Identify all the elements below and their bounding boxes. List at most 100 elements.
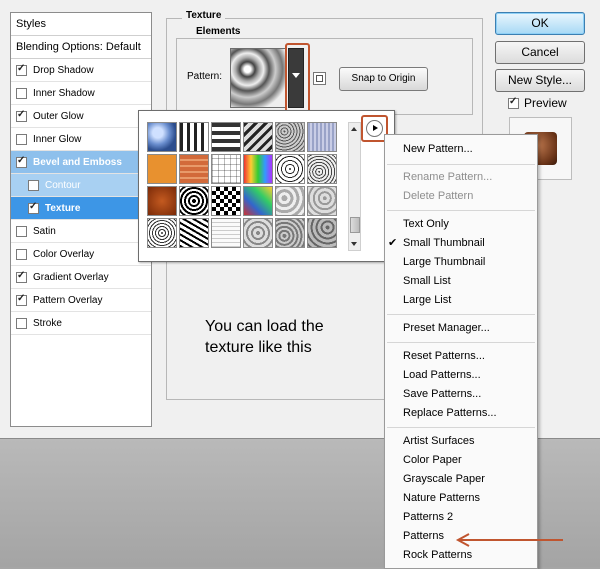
style-texture[interactable]: Texture: [11, 197, 151, 220]
style-gradient-overlay[interactable]: Gradient Overlay: [11, 266, 151, 289]
elements-group-title: Elements: [192, 26, 245, 37]
pattern-tile[interactable]: [211, 154, 241, 184]
pattern-tile[interactable]: [179, 122, 209, 152]
pattern-tile[interactable]: [147, 218, 177, 248]
menu-small-list[interactable]: Small List: [403, 272, 451, 291]
style-pattern-overlay[interactable]: Pattern Overlay: [11, 289, 151, 312]
pattern-tile[interactable]: [211, 186, 241, 216]
checkbox[interactable]: [16, 63, 27, 76]
menu-large-list[interactable]: Large List: [403, 291, 451, 310]
style-satin[interactable]: Satin: [11, 220, 151, 243]
pattern-tile[interactable]: [275, 186, 305, 216]
pattern-tile[interactable]: [179, 154, 209, 184]
checkbox[interactable]: [16, 225, 27, 237]
scroll-down-icon[interactable]: [351, 242, 357, 246]
style-color-overlay[interactable]: Color Overlay: [11, 243, 151, 266]
checkbox[interactable]: [16, 270, 27, 283]
style-label: Drop Shadow: [33, 64, 94, 76]
pattern-tile[interactable]: [211, 122, 241, 152]
pattern-picker: [138, 110, 395, 262]
menu-separator: [387, 210, 535, 211]
pattern-tile[interactable]: [307, 122, 337, 152]
pattern-tile[interactable]: [307, 154, 337, 184]
menu-small-thumbnail[interactable]: Small Thumbnail: [403, 234, 485, 253]
checkbox[interactable]: [16, 155, 27, 168]
menu-rename-pattern[interactable]: Rename Pattern...: [403, 168, 492, 187]
menu-artist-surfaces[interactable]: Artist Surfaces: [403, 432, 475, 451]
style-label: Satin: [33, 225, 56, 237]
checkbox[interactable]: [28, 201, 39, 214]
checkbox[interactable]: [16, 317, 27, 329]
menu-rock-patterns[interactable]: Rock Patterns: [403, 546, 472, 565]
pattern-tile[interactable]: [179, 186, 209, 216]
menu-text-only[interactable]: Text Only: [403, 215, 449, 234]
menu-separator: [387, 427, 535, 428]
style-label: Contour: [45, 179, 81, 191]
checkbox[interactable]: [16, 133, 27, 145]
style-outer-glow[interactable]: Outer Glow: [11, 105, 151, 128]
menu-nature-patterns[interactable]: Nature Patterns: [403, 489, 480, 508]
texture-group-title: Texture: [182, 10, 226, 21]
pattern-tile[interactable]: [211, 218, 241, 248]
menu-replace-patterns[interactable]: Replace Patterns...: [403, 404, 497, 423]
menu-large-thumbnail[interactable]: Large Thumbnail: [403, 253, 485, 272]
pattern-tile[interactable]: [243, 186, 273, 216]
pattern-tile[interactable]: [243, 122, 273, 152]
menu-color-paper[interactable]: Color Paper: [403, 451, 462, 470]
pattern-tile[interactable]: [307, 186, 337, 216]
style-stroke[interactable]: Stroke: [11, 312, 151, 335]
pattern-tile[interactable]: [147, 154, 177, 184]
preview-checkbox[interactable]: [508, 96, 519, 109]
new-preset-icon[interactable]: [313, 72, 326, 85]
style-bevel-emboss[interactable]: Bevel and Emboss: [11, 151, 151, 174]
ok-button[interactable]: OK: [495, 12, 585, 35]
style-label: Inner Shadow: [33, 87, 95, 99]
menu-preset-manager[interactable]: Preset Manager...: [403, 319, 490, 338]
checkbox[interactable]: [16, 293, 27, 306]
pattern-tile[interactable]: [275, 218, 305, 248]
pattern-grid: [147, 122, 347, 248]
menu-reset-patterns[interactable]: Reset Patterns...: [403, 347, 485, 366]
menu-new-pattern[interactable]: New Pattern...: [403, 140, 473, 159]
menu-grayscale-paper[interactable]: Grayscale Paper: [403, 470, 485, 489]
menu-delete-pattern[interactable]: Delete Pattern: [403, 187, 473, 206]
styles-list: Styles Blending Options: Default Drop Sh…: [10, 12, 152, 427]
blending-options[interactable]: Blending Options: Default: [11, 36, 151, 59]
annotation-arrow-icon: [455, 533, 563, 547]
style-inner-shadow[interactable]: Inner Shadow: [11, 82, 151, 105]
menu-save-patterns[interactable]: Save Patterns...: [403, 385, 481, 404]
style-inner-glow[interactable]: Inner Glow: [11, 128, 151, 151]
preview-toggle[interactable]: Preview: [508, 96, 567, 110]
style-contour[interactable]: Contour: [11, 174, 151, 197]
style-drop-shadow[interactable]: Drop Shadow: [11, 59, 151, 82]
pattern-tile[interactable]: [179, 218, 209, 248]
annotation-note: You can load the texture like this: [205, 318, 324, 356]
new-style-button[interactable]: New Style...: [495, 69, 585, 92]
style-label: Pattern Overlay: [33, 294, 103, 306]
pattern-tile[interactable]: [243, 154, 273, 184]
snap-to-origin-button[interactable]: Snap to Origin: [339, 67, 428, 91]
checkbox[interactable]: [16, 87, 27, 99]
scroll-thumb[interactable]: [350, 217, 360, 233]
pattern-tile[interactable]: [147, 186, 177, 216]
annotation-box: [285, 43, 310, 115]
scroll-up-icon[interactable]: [351, 127, 357, 131]
menu-load-patterns[interactable]: Load Patterns...: [403, 366, 481, 385]
checkbox[interactable]: [16, 109, 27, 122]
menu-patterns-2[interactable]: Patterns 2: [403, 508, 453, 527]
menu-separator: [387, 342, 535, 343]
cancel-button[interactable]: Cancel: [495, 41, 585, 64]
styles-header[interactable]: Styles: [11, 13, 151, 36]
pattern-tile[interactable]: [243, 218, 273, 248]
checkbox[interactable]: [16, 248, 27, 260]
pattern-tile[interactable]: [147, 122, 177, 152]
style-label: Texture: [45, 202, 81, 214]
pattern-tile[interactable]: [275, 154, 305, 184]
pattern-tile[interactable]: [307, 218, 337, 248]
checkbox[interactable]: [28, 179, 39, 191]
pattern-tile[interactable]: [275, 122, 305, 152]
style-label: Gradient Overlay: [33, 271, 109, 283]
menu-patterns[interactable]: Patterns: [403, 527, 444, 546]
pattern-thumbnail[interactable]: [230, 48, 287, 108]
picker-scrollbar[interactable]: [348, 122, 361, 251]
